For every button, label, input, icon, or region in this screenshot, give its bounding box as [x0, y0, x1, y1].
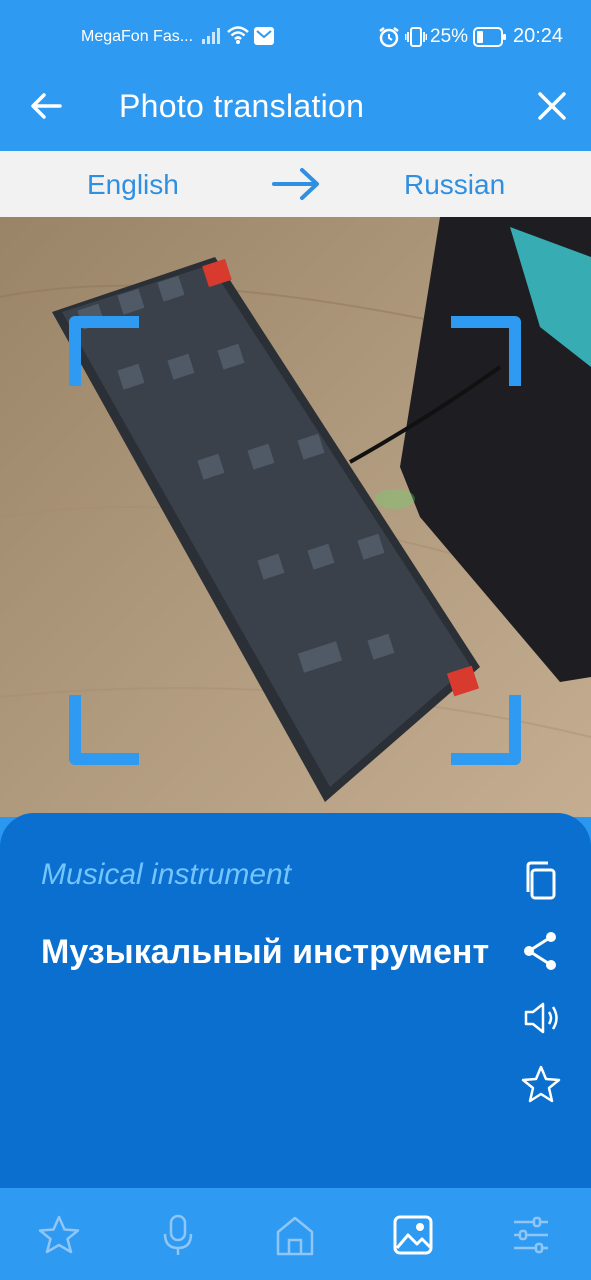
app-bar: Photo translation [0, 60, 591, 151]
status-bar: MegaFon Fas... 25% 20:24 [0, 0, 591, 60]
microphone-icon[interactable] [155, 1212, 201, 1258]
viewfinder-corner-icon [69, 695, 139, 765]
settings-sliders-icon[interactable] [508, 1212, 554, 1258]
close-icon[interactable] [532, 86, 572, 126]
arrow-right-icon[interactable] [270, 165, 322, 203]
result-panel: Musical instrument Музыкальный инструмен… [0, 813, 591, 1188]
message-icon [254, 27, 274, 45]
wifi-icon [227, 26, 249, 44]
alarm-icon [379, 27, 399, 48]
signal-icon [202, 28, 220, 44]
arrow-left-icon[interactable] [26, 86, 66, 126]
battery-icon [473, 27, 506, 47]
bottom-nav [0, 1188, 591, 1280]
vibrate-icon [405, 27, 427, 47]
camera-preview[interactable] [0, 217, 591, 817]
language-bar: English Russian [0, 151, 591, 217]
share-icon[interactable] [518, 928, 564, 974]
source-language-button[interactable]: English [87, 169, 179, 201]
speaker-icon[interactable] [518, 995, 564, 1041]
target-language-button[interactable]: Russian [404, 169, 505, 201]
star-icon[interactable] [518, 1061, 564, 1107]
viewfinder-corner-icon [451, 316, 521, 386]
image-icon[interactable] [390, 1212, 436, 1258]
carrier-name: MegaFon Fas... [81, 28, 194, 45]
clock: 20:24 [513, 25, 564, 47]
viewfinder-corner-icon [69, 316, 139, 386]
favorites-star-icon[interactable] [36, 1212, 82, 1258]
home-icon[interactable] [272, 1212, 318, 1258]
translated-text: Музыкальный инструмент [41, 933, 490, 971]
viewfinder-corner-icon [451, 695, 521, 765]
copy-icon[interactable] [518, 858, 564, 904]
source-text: Musical instrument [41, 858, 292, 891]
battery-percent: 25% [430, 26, 469, 47]
page-title: Photo translation [119, 88, 365, 124]
